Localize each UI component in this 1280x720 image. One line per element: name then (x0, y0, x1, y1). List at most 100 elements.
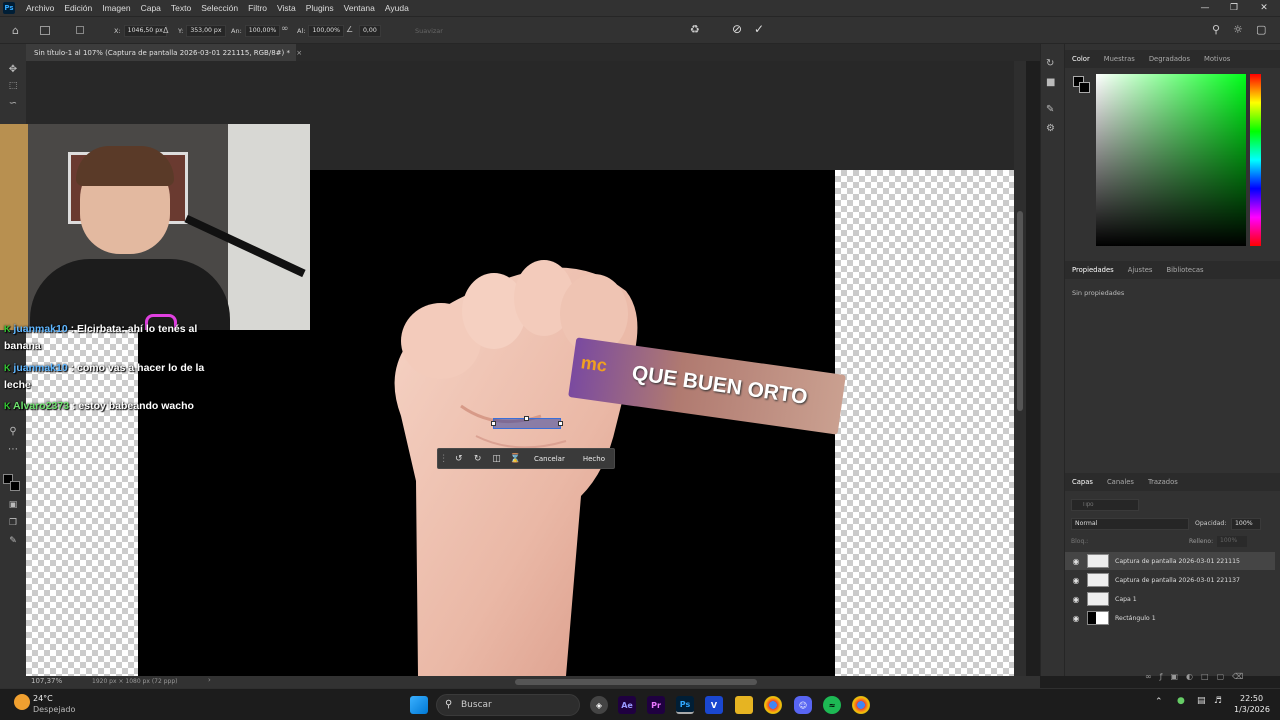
transform-handle-right[interactable] (558, 421, 563, 426)
angle-field[interactable]: 0,00 (356, 25, 381, 37)
workspace-icon[interactable]: ▢ (1256, 23, 1266, 36)
blend-mode-select[interactable]: Normal (1071, 518, 1189, 530)
search-icon[interactable]: ⚲ (1212, 23, 1220, 36)
minimize-icon[interactable]: — (1190, 0, 1220, 16)
tab-ajustes[interactable]: Ajustes (1121, 266, 1160, 274)
network-icon[interactable]: ▤ (1197, 696, 1206, 706)
adjustments-icon[interactable]: ⚙ (1046, 123, 1055, 134)
tab-close-icon[interactable]: × (296, 49, 302, 57)
y-field[interactable]: Y: 353,00 px (178, 25, 226, 37)
brush-icon[interactable]: ✎ (1046, 104, 1054, 115)
layer-filter-input[interactable] (1071, 499, 1139, 511)
tab-trazados[interactable]: Trazados (1141, 478, 1185, 486)
weather-desc[interactable]: Despejado (33, 705, 75, 714)
zoom-tool-icon[interactable]: ⚲ (6, 424, 20, 438)
cancel-transform-icon[interactable]: ⊘ (732, 22, 742, 36)
close-window-icon[interactable]: ✕ (1249, 0, 1279, 16)
fill-input[interactable]: 100% (1217, 536, 1247, 547)
file-explorer-icon[interactable] (735, 696, 753, 714)
tab-muestras[interactable]: Muestras (1097, 55, 1142, 63)
quick-mask-icon[interactable]: ▣ (6, 498, 20, 512)
height-field[interactable]: Al: 100,00% (297, 25, 344, 37)
chrome-profile-icon[interactable] (852, 696, 870, 714)
drag-handle-icon[interactable]: ⋮ (438, 454, 449, 464)
visibility-eye-icon[interactable]: ◉ (1065, 595, 1087, 604)
tab-propiedades[interactable]: Propiedades (1065, 266, 1121, 274)
menu-capa[interactable]: Capa (136, 3, 166, 13)
background-color-swatch[interactable] (10, 481, 20, 491)
menu-edicion[interactable]: Edición (59, 3, 97, 13)
lightbulb-icon[interactable]: ☼ (1233, 23, 1243, 36)
lasso-tool-icon[interactable]: ∽ (6, 96, 20, 110)
reference-point-icon[interactable] (76, 26, 84, 34)
clock-date[interactable]: 1/3/2026 (1234, 705, 1270, 714)
layer-item[interactable]: ◉ Captura de pantalla 2026-03-01 221115 (1065, 552, 1275, 570)
clock-time[interactable]: 22:50 (1240, 694, 1263, 703)
opacity-input[interactable]: 100% (1231, 518, 1261, 530)
bg-color-chip[interactable] (1079, 82, 1090, 93)
layer-actions-bar[interactable]: ∞ƒ▣◐□▢⌫ (1145, 672, 1275, 681)
menu-texto[interactable]: Texto (166, 3, 196, 13)
transform-handle-top[interactable] (524, 416, 529, 421)
menu-archivo[interactable]: Archivo (21, 3, 59, 13)
tab-degradados[interactable]: Degradados (1142, 55, 1197, 63)
marquee-tool-icon[interactable]: ⬚ (6, 79, 20, 93)
edit-toolbar-icon[interactable]: ✎ (6, 534, 20, 548)
rotate-left-icon[interactable]: ↺ (449, 454, 468, 464)
after-effects-icon[interactable]: Ae (618, 696, 636, 714)
more-tools-icon[interactable]: ⋯ (6, 442, 20, 456)
color-picker-field[interactable] (1096, 74, 1246, 246)
menu-seleccion[interactable]: Selección (196, 3, 243, 13)
chrome-icon[interactable] (764, 696, 782, 714)
vegas-icon[interactable]: V (705, 696, 723, 714)
transform-done-button[interactable]: Hecho (574, 455, 614, 463)
tab-capas[interactable]: Capas (1065, 478, 1100, 486)
commit-transform-icon[interactable]: ✓ (754, 22, 764, 36)
layer-item[interactable]: ◉ Capa 1 (1065, 590, 1275, 608)
weather-temp[interactable]: 24°C (33, 694, 53, 703)
flip-vertical-icon[interactable]: ⌛ (506, 454, 525, 464)
vertical-scroll-thumb[interactable] (1017, 211, 1023, 411)
menu-plugins[interactable]: Plugins (301, 3, 339, 13)
transform-handle-left[interactable] (491, 421, 496, 426)
link-icon[interactable]: ∞ (281, 24, 289, 34)
app-icon-copilot[interactable]: ◈ (590, 696, 608, 714)
horizontal-scroll-thumb[interactable] (515, 679, 757, 685)
tab-bibliotecas[interactable]: Bibliotecas (1159, 266, 1210, 274)
transform-bounding-box[interactable] (491, 416, 563, 429)
tab-canales[interactable]: Canales (1100, 478, 1141, 486)
width-field[interactable]: An: 100,00% (231, 25, 281, 37)
tab-color[interactable]: Color (1065, 55, 1097, 63)
weather-icon[interactable] (14, 694, 30, 710)
menu-ventana[interactable]: Ventana (339, 3, 380, 13)
document-tab[interactable]: Sin título-1 al 107% (Captura de pantall… (26, 44, 302, 61)
premiere-icon[interactable]: Pr (647, 696, 665, 714)
screen-mode-icon[interactable]: ❐ (6, 516, 20, 530)
menu-filtro[interactable]: Filtro (243, 3, 272, 13)
document-info[interactable]: 1920 px × 1080 px (72 ppp) (92, 678, 177, 685)
mic-icon[interactable]: ● (1177, 696, 1185, 706)
photoshop-taskbar-icon[interactable]: Ps (676, 696, 694, 714)
menu-vista[interactable]: Vista (272, 3, 301, 13)
menu-imagen[interactable]: Imagen (97, 3, 135, 13)
warp-icon[interactable]: ♻ (690, 23, 700, 36)
transform-tool-icon[interactable] (40, 26, 50, 35)
windows-start-icon[interactable] (410, 696, 428, 714)
visibility-eye-icon[interactable]: ◉ (1065, 557, 1087, 566)
tray-chevron-icon[interactable]: ⌃ (1155, 697, 1163, 707)
history-icon[interactable]: ↻ (1046, 58, 1054, 69)
delta-icon[interactable]: Δ (163, 26, 168, 35)
status-expand-icon[interactable]: › (208, 676, 211, 684)
tab-motivos[interactable]: Motivos (1197, 55, 1237, 63)
maximize-icon[interactable]: ❐ (1219, 0, 1249, 16)
flip-horizontal-icon[interactable]: ◫ (487, 454, 506, 464)
rotate-right-icon[interactable]: ↻ (468, 454, 487, 464)
move-tool-icon[interactable]: ✥ (6, 62, 20, 76)
comments-icon[interactable]: ■ (1046, 77, 1055, 88)
visibility-eye-icon[interactable]: ◉ (1065, 576, 1087, 585)
visibility-eye-icon[interactable]: ◉ (1065, 614, 1087, 623)
layer-item[interactable]: ◉ Captura de pantalla 2026-03-01 221137 (1065, 571, 1275, 589)
home-icon[interactable]: ⌂ (12, 24, 25, 37)
vertical-scrollbar[interactable] (1014, 61, 1026, 676)
zoom-level[interactable]: 107,37% (31, 677, 62, 685)
